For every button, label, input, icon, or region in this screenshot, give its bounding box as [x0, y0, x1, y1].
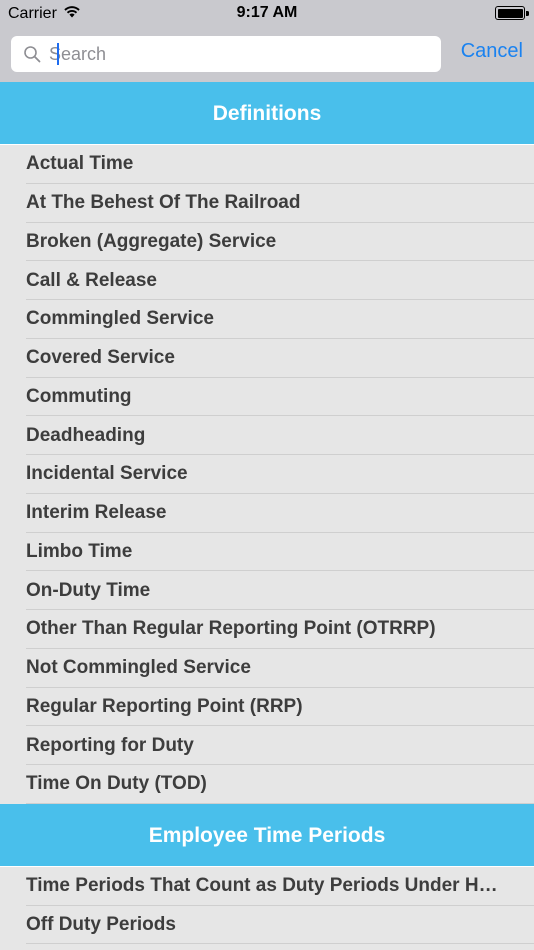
list-item[interactable]: Time On Duty (TOD) [0, 765, 534, 804]
search-icon [17, 36, 47, 72]
status-bar: Carrier 9:17 AM [0, 0, 534, 30]
list-item-label: At The Behest Of The Railroad [26, 192, 301, 214]
list-item-label: Other Than Regular Reporting Point (OTRR… [26, 618, 436, 640]
list-item[interactable]: At The Behest Of The Railroad [0, 184, 534, 223]
list-item[interactable]: Not Commingled Service [0, 649, 534, 688]
list-item-label: Actual Time [26, 153, 134, 175]
list-item[interactable]: Incidental Service [0, 455, 534, 494]
list-item[interactable]: On-Duty Time [0, 571, 534, 610]
list-item[interactable]: Call & Release [0, 261, 534, 300]
list-item-label: Call & Release [26, 269, 157, 291]
list-item-label: Broken (Aggregate) Service [26, 230, 277, 252]
screen: Carrier 9:17 AM Search Cancel Definition… [0, 0, 534, 950]
list-item[interactable]: Other Than Regular Reporting Point (OTRR… [0, 610, 534, 649]
list-item[interactable]: Covered Service [0, 339, 534, 378]
table-view: Definitions Actual Time At The Behest Of T… [0, 82, 534, 945]
status-time: 9:17 AM [236, 4, 298, 21]
list-item-label: Limbo Time [26, 540, 133, 562]
list-item-label: Interim Release [26, 502, 167, 524]
cancel-button[interactable]: Cancel [461, 40, 523, 63]
battery-icon [495, 6, 529, 20]
search-input[interactable] [47, 36, 441, 72]
list-item-label: Incidental Service [26, 463, 188, 485]
list-item[interactable]: Off Duty Periods [0, 906, 534, 945]
section-list: Time Periods That Count as Duty Periods … [0, 867, 534, 945]
list-item[interactable]: Reporting for Duty [0, 726, 534, 765]
search-row: Cancel [0, 36, 534, 73]
list-item-label: Reporting for Duty [26, 734, 194, 756]
list-item[interactable]: Regular Reporting Point (RRP) [0, 688, 534, 727]
list-item-label: Commuting [26, 385, 132, 407]
list-item-label: On-Duty Time [26, 579, 151, 601]
list-item[interactable]: Interim Release [0, 494, 534, 533]
section-header: Employee Time Periods [0, 803, 534, 867]
battery-level [497, 8, 523, 18]
text-cursor [57, 43, 59, 65]
list-item[interactable]: Commingled Service [0, 300, 534, 339]
battery-tip [526, 10, 529, 16]
list-item-label: Covered Service [26, 347, 175, 369]
section-list: Actual Time At The Behest Of The Railroad… [0, 145, 534, 804]
list-item-label: Deadheading [26, 424, 146, 446]
list-item[interactable]: Time Periods That Count as Duty Periods … [0, 867, 534, 906]
list-item[interactable]: Deadheading [0, 416, 534, 455]
list-item-label: Time On Duty (TOD) [26, 773, 207, 795]
list-item-label: Off Duty Periods [26, 913, 176, 935]
top-bar: Carrier 9:17 AM Search Cancel [0, 0, 534, 82]
list-item[interactable]: Limbo Time [0, 533, 534, 572]
list-item-label: Not Commingled Service [26, 657, 251, 679]
list-item[interactable]: Commuting [0, 378, 534, 417]
list-item-label: Commingled Service [26, 308, 214, 330]
section-header: Definitions [0, 82, 534, 145]
list-item-label: Time Periods That Count as Duty Periods … [26, 875, 506, 897]
search-box[interactable] [11, 36, 441, 72]
list-item[interactable]: Actual Time [0, 145, 534, 184]
list-item[interactable]: Broken (Aggregate) Service [0, 223, 534, 262]
list-item-label: Regular Reporting Point (RRP) [26, 695, 303, 717]
